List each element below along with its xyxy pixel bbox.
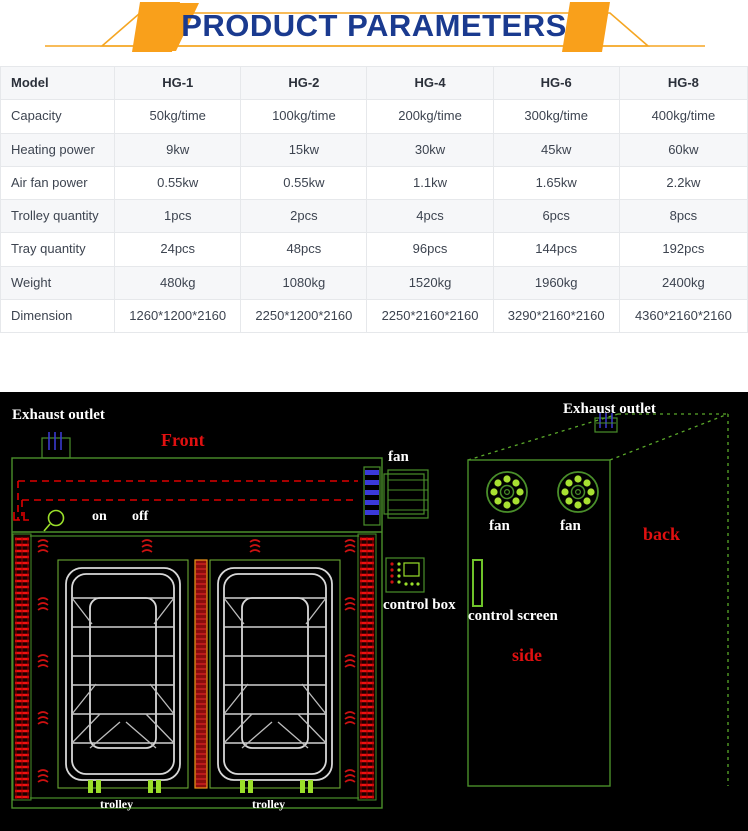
cell-value: 30kw <box>366 132 494 167</box>
control-box-icon <box>385 557 425 593</box>
table-row: Heating power 9kw 15kw 30kw 45kw 60kw <box>0 132 748 167</box>
front-duct-dashed <box>17 480 358 520</box>
parameters-table: Model HG-1 HG-2 HG-4 HG-6 HG-8 Capacity … <box>0 65 748 334</box>
cell-value: 0.55kw <box>240 165 368 201</box>
table-row: Trolley quantity 1pcs 2pcs 4pcs 6pcs 8pc… <box>0 198 748 234</box>
column-header-hg6: HG-6 <box>492 65 620 101</box>
cell-value: 144pcs <box>492 232 620 267</box>
table-body: Capacity 50kg/time 100kg/time 200kg/time… <box>0 99 748 334</box>
row-label: Trolley quantity <box>0 198 116 234</box>
cell-value: 4pcs <box>366 198 494 234</box>
cell-value: 24pcs <box>114 232 242 267</box>
column-header-hg4: HG-4 <box>366 65 494 101</box>
fan-side-left-icon <box>486 471 528 513</box>
column-header-hg2: HG-2 <box>240 65 368 101</box>
cell-value: 60kw <box>618 132 748 167</box>
cell-value: 3290*2160*2160 <box>492 298 620 334</box>
heater-column-left <box>12 533 32 801</box>
cell-value: 1.65kw <box>492 165 620 201</box>
control-screen-icon <box>472 559 483 607</box>
cell-value: 6pcs <box>492 198 620 234</box>
cell-value: 0.55kw <box>114 165 242 201</box>
row-label: Tray quantity <box>0 232 116 267</box>
cell-value: 1260*1200*2160 <box>114 298 242 334</box>
cell-value: 96pcs <box>366 232 494 267</box>
cell-value: 8pcs <box>618 198 748 234</box>
cell-value: 1080kg <box>240 265 368 300</box>
cell-value: 200kg/time <box>366 99 494 134</box>
row-label: Heating power <box>0 132 116 167</box>
cell-value: 15kw <box>240 132 368 167</box>
trolley-wheels <box>240 780 313 793</box>
cell-value: 400kg/time <box>618 99 748 134</box>
cell-value: 192pcs <box>618 232 748 267</box>
cell-value: 300kg/time <box>492 99 620 134</box>
cell-value: 4360*2160*2160 <box>618 298 748 334</box>
cell-value: 2250*2160*2160 <box>366 298 494 334</box>
heater-column-center <box>194 559 208 789</box>
table-head: Model HG-1 HG-2 HG-4 HG-6 HG-8 <box>0 65 748 101</box>
technical-drawing: Exhaust outlet Front on off fan control … <box>0 392 748 831</box>
cell-value: 1960kg <box>492 265 620 300</box>
cell-value: 1.1kw <box>366 165 494 201</box>
back-perspective-outline <box>467 413 729 786</box>
cell-value: 1pcs <box>114 198 242 234</box>
exhaust-outlet-left-icon <box>41 437 71 459</box>
trolley-right <box>209 559 341 793</box>
cell-value: 2250*1200*2160 <box>240 298 368 334</box>
column-header-model: Model <box>0 65 116 101</box>
trolley-left <box>57 559 189 793</box>
product-parameters-page: PRODUCT PARAMETERS Model HG-1 HG-2 HG-4 … <box>0 0 748 831</box>
table-row: Capacity 50kg/time 100kg/time 200kg/time… <box>0 99 748 134</box>
cell-value: 2400kg <box>618 265 748 300</box>
cell-value: 9kw <box>114 132 242 167</box>
trolley-wheels <box>88 780 161 793</box>
page-title: PRODUCT PARAMETERS <box>181 8 567 43</box>
cell-value: 45kw <box>492 132 620 167</box>
cell-value: 50kg/time <box>114 99 242 134</box>
table-row: Weight 480kg 1080kg 1520kg 1960kg 2400kg <box>0 265 748 300</box>
exhaust-outlet-left-fins <box>48 432 62 450</box>
on-off-switch-icon <box>43 509 65 532</box>
row-label: Weight <box>0 265 116 300</box>
cell-value: 480kg <box>114 265 242 300</box>
exhaust-outlet-right-fins <box>599 413 613 428</box>
column-header-hg1: HG-1 <box>114 65 242 101</box>
cell-value: 48pcs <box>240 232 368 267</box>
row-label: Air fan power <box>0 165 116 201</box>
row-label: Dimension <box>0 298 116 334</box>
cell-value: 2pcs <box>240 198 368 234</box>
banner: PRODUCT PARAMETERS <box>0 0 748 58</box>
fan-side-right-icon <box>557 471 599 513</box>
table-row: Air fan power 0.55kw 0.55kw 1.1kw 1.65kw… <box>0 165 748 201</box>
fan-front-icon <box>363 466 429 526</box>
table-header-row: Model HG-1 HG-2 HG-4 HG-6 HG-8 <box>0 65 748 101</box>
cell-value: 100kg/time <box>240 99 368 134</box>
parameters-table-wrap: Model HG-1 HG-2 HG-4 HG-6 HG-8 Capacity … <box>0 65 748 334</box>
drawing-canvas <box>11 413 729 809</box>
column-header-hg8: HG-8 <box>618 65 748 101</box>
row-label: Capacity <box>0 99 116 134</box>
heater-column-right <box>357 533 377 801</box>
table-row: Dimension 1260*1200*2160 2250*1200*2160 … <box>0 298 748 334</box>
table-row: Tray quantity 24pcs 48pcs 96pcs 144pcs 1… <box>0 232 748 267</box>
cell-value: 2.2kw <box>618 165 748 201</box>
cell-value: 1520kg <box>366 265 494 300</box>
